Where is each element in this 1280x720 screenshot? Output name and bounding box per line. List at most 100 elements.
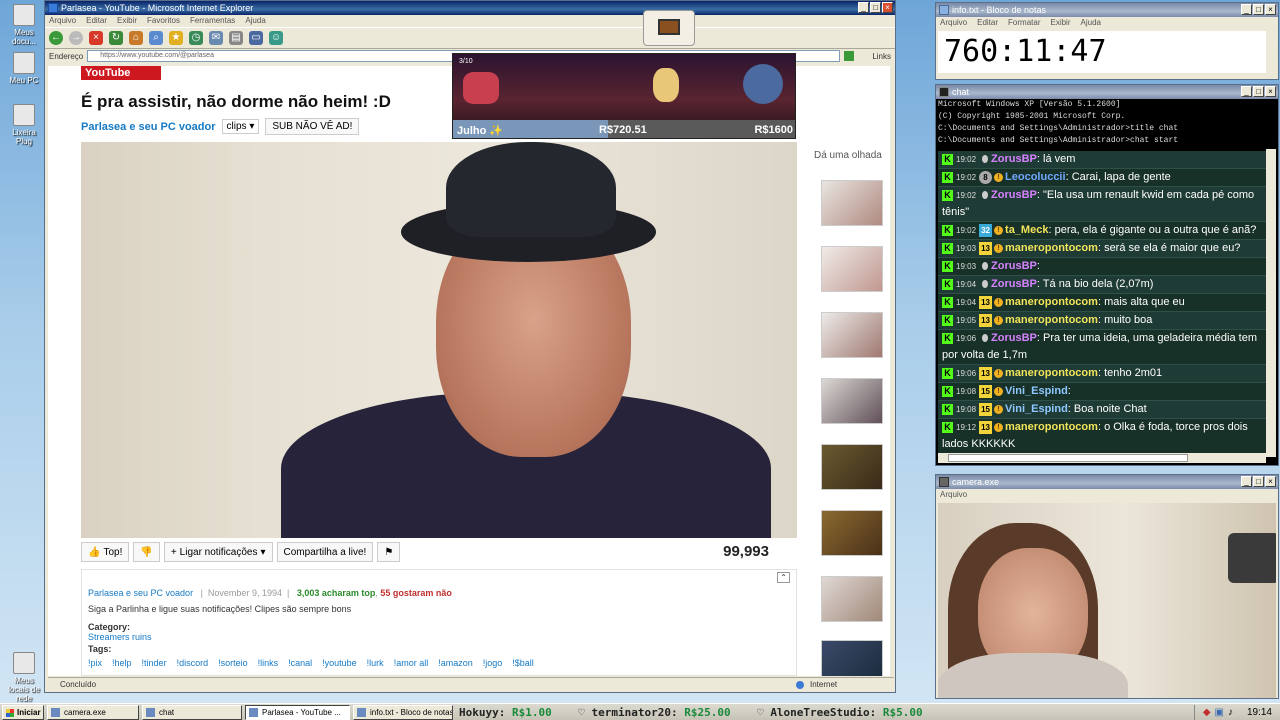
message-username[interactable]: maneropontocom [1005,367,1098,379]
minimize-button[interactable]: _ [1241,476,1252,487]
menu-editar[interactable]: Editar [86,15,107,27]
close-button[interactable]: × [1265,4,1276,15]
sidebar-thumbnail[interactable] [821,576,883,622]
stop-icon[interactable]: × [89,31,103,45]
channel-link[interactable]: Parlasea e seu PC voador [81,121,216,133]
menu-arquivo[interactable]: Arquivo [49,15,76,27]
taskbar-button-camera[interactable]: camera.exe [47,704,139,720]
desktop-icon-documents[interactable]: Meus docu... [4,4,44,46]
menu-favoritos[interactable]: Favoritos [147,15,180,27]
share-button[interactable]: Compartilha a live! [276,542,374,562]
clock[interactable]: 19:14 [1247,707,1272,718]
chat-horizontal-scrollbar[interactable] [938,453,1266,463]
tray-shield-icon[interactable]: ◆ [1203,707,1211,718]
close-button[interactable]: × [882,2,893,13]
dislike-button[interactable]: 👎 [133,542,160,562]
tray-network-icon[interactable]: ▣ [1215,707,1224,718]
message-username[interactable]: ZorusBP [991,153,1037,165]
menu-formatar[interactable]: Formatar [1008,17,1040,29]
chat-titlebar[interactable]: chat _ □ × [936,85,1278,99]
desktop-icon-recycle[interactable]: Lixeira Plug [4,104,44,146]
message-username[interactable]: maneropontocom [1005,296,1098,308]
tag-link[interactable]: !jogo [483,658,503,668]
desktop-icon-computer[interactable]: Meu PC [4,52,44,85]
message-username[interactable]: Vini_Espind [1005,385,1068,397]
print-icon[interactable]: ▤ [229,31,243,45]
sidebar-thumbnail[interactable] [821,180,883,226]
message-username[interactable]: maneropontocom [1005,242,1098,254]
collapse-icon[interactable]: ⌃ [777,572,790,583]
tag-link[interactable]: !$ball [512,658,534,668]
maximize-button[interactable]: □ [1253,476,1264,487]
start-button[interactable]: Iniciar [2,704,44,720]
message-username[interactable]: maneropontocom [1005,421,1098,433]
search-icon[interactable]: ⌕ [149,31,163,45]
camera-titlebar[interactable]: camera.exe _ □ × [936,475,1278,489]
history-icon[interactable]: ◷ [189,31,203,45]
sidebar-thumbnail[interactable] [821,378,883,424]
desktop-icon-network[interactable]: Meus locais de rede [4,652,44,703]
tag-link[interactable]: !amor all [394,658,429,668]
description-channel-link[interactable]: Parlasea e seu PC voador [88,588,193,598]
youtube-logo[interactable]: YouTube [81,66,161,80]
messenger-icon[interactable]: ☺ [269,31,283,45]
sidebar-thumbnail[interactable] [821,312,883,358]
tag-link[interactable]: !help [112,658,132,668]
menu-ferramentas[interactable]: Ferramentas [190,15,235,27]
sidebar-thumbnail[interactable] [821,510,883,556]
home-icon[interactable]: ⌂ [129,31,143,45]
maximize-button[interactable]: □ [1253,4,1264,15]
close-button[interactable]: × [1265,86,1276,97]
menu-exibir[interactable]: Exibir [117,15,137,27]
taskbar-button-chat[interactable]: chat [142,704,242,720]
menu-arquivo[interactable]: Arquivo [940,489,967,501]
message-username[interactable]: Vini_Espind [1005,403,1068,415]
menu-editar[interactable]: Editar [977,17,998,29]
tag-link[interactable]: !lurk [367,658,384,668]
message-username[interactable]: ZorusBP [991,260,1037,272]
message-username[interactable]: maneropontocom [1005,314,1098,326]
message-username[interactable]: ZorusBP [991,189,1037,201]
tag-link[interactable]: !discord [177,658,209,668]
message-username[interactable]: ZorusBP [991,332,1037,344]
menu-ajuda[interactable]: Ajuda [245,15,265,27]
flag-button[interactable]: ⚑ [377,542,401,562]
taskbar-button-notepad[interactable]: info.txt - Bloco de notas [353,704,453,720]
mail-icon[interactable]: ✉ [209,31,223,45]
menu-exibir[interactable]: Exibir [1050,17,1070,29]
refresh-icon[interactable]: ↻ [109,31,123,45]
tag-link[interactable]: !tinder [142,658,167,668]
tag-link[interactable]: !links [258,658,279,668]
go-icon[interactable] [844,51,855,61]
sidebar-thumbnail[interactable] [821,444,883,490]
tray-volume-icon[interactable]: ♪ [1228,707,1233,718]
video-player[interactable] [81,142,797,538]
tag-link[interactable]: !youtube [322,658,357,668]
links-label[interactable]: Links [872,52,895,61]
maximize-button[interactable]: □ [870,2,881,13]
menu-ajuda[interactable]: Ajuda [1081,17,1101,29]
message-username[interactable]: ZorusBP [991,278,1037,290]
playlist-select[interactable]: clips ▾ [221,119,260,134]
minimize-button[interactable]: _ [1241,4,1252,15]
like-button[interactable]: 👍 Top! [81,542,130,562]
chat-vertical-scrollbar[interactable] [1266,149,1276,457]
menu-arquivo[interactable]: Arquivo [940,17,967,29]
scroll-thumb[interactable] [948,454,1188,462]
notify-button[interactable]: + Ligar notificações ▾ [163,542,273,562]
close-button[interactable]: × [1265,476,1276,487]
tag-link[interactable]: !amazon [438,658,473,668]
message-username[interactable]: Leocoluccii [1005,171,1066,183]
maximize-button[interactable]: □ [1253,86,1264,97]
notepad-titlebar[interactable]: info.txt - Bloco de notas _ □ × [936,3,1278,17]
tag-link[interactable]: !sorteio [218,658,248,668]
forward-icon[interactable]: → [69,31,83,45]
favorites-icon[interactable]: ★ [169,31,183,45]
notepad-text[interactable]: 760:11:47 [938,31,1266,73]
edit-icon[interactable]: ▭ [249,31,263,45]
minimize-button[interactable]: _ [858,2,869,13]
subscribe-button[interactable]: SUB NÃO VÊ AD! [265,118,360,135]
tag-link[interactable]: !canal [288,658,312,668]
message-username[interactable]: ta_Meck [1005,224,1048,236]
taskbar-button-browser[interactable]: Parlasea - YouTube ... [245,704,350,720]
